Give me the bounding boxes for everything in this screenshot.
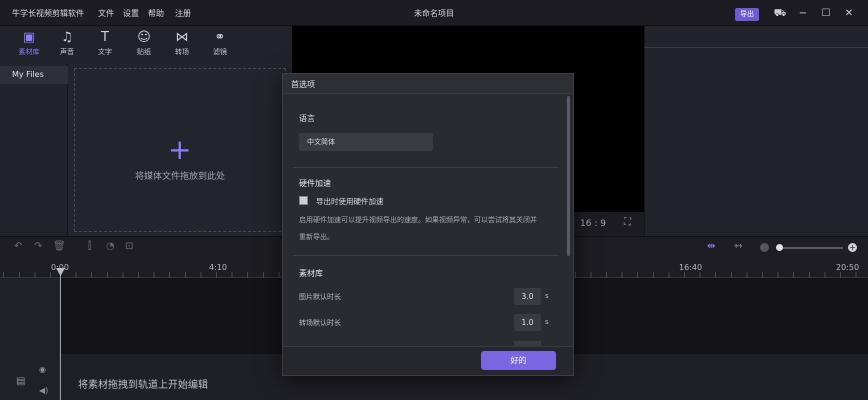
dialog-title: 首选项 (291, 80, 315, 89)
hardware-desc-line1: 启用硬件加速可以提升视频导出的速度。如果视频异常，可以尝试将其关闭并 (299, 216, 537, 224)
zoom-out-icon[interactable] (760, 243, 769, 252)
image-duration-unit: s (545, 292, 549, 300)
tool-label: 文字 (98, 48, 112, 56)
image-duration-label: 图片默认时长 (299, 293, 341, 301)
tool-transition[interactable]: ⋈ 转场 (165, 30, 199, 60)
eye-icon[interactable]: ◉ (39, 365, 46, 374)
music-note-icon: ♫ (61, 30, 73, 45)
plus-icon[interactable]: + (168, 136, 191, 164)
delete-icon[interactable]: 🗑 (53, 241, 66, 252)
library-heading: 素材库 (299, 269, 323, 278)
tool-label: 素材库 (18, 48, 40, 56)
dialog-scrollbar-thumb[interactable] (567, 96, 570, 256)
section-divider (293, 255, 559, 256)
language-select[interactable]: 中文简体 (299, 133, 433, 151)
aspect-ratio-select[interactable]: 16 : 9 (580, 219, 606, 229)
sticker-icon: ☺ (137, 30, 151, 45)
playhead[interactable] (60, 268, 61, 400)
zoom-slider-track[interactable] (781, 247, 843, 249)
text-icon: T (101, 30, 109, 45)
hardware-desc-line2: 重新导出。 (299, 233, 334, 241)
speaker-icon[interactable]: ◀) (39, 386, 48, 395)
minimize-icon[interactable]: − (796, 8, 810, 20)
ruler-tick-label: 20:50 (836, 263, 860, 272)
hardware-accel-checkbox[interactable] (299, 196, 308, 205)
hardware-accel-label[interactable]: 导出时使用硬件加速 (316, 196, 384, 207)
ruler-tick-label: 16:40 (679, 263, 703, 272)
transition-icon: ⋈ (175, 30, 189, 45)
image-duration-input[interactable]: 3.0 (514, 288, 541, 305)
ruler-tick-label: 4:10 (209, 263, 227, 272)
snap-icon[interactable]: ⇹ (707, 241, 715, 252)
transition-duration-label: 转场默认时长 (299, 319, 341, 327)
tool-filter[interactable]: ⚭ 滤镜 (203, 30, 237, 60)
properties-panel (644, 26, 868, 236)
sidebar-item-my-files[interactable]: My Files (0, 66, 68, 84)
library-sidebar (0, 64, 68, 236)
redo-icon[interactable]: ↷ (34, 241, 42, 252)
track-header (0, 278, 60, 400)
zoom-in-icon[interactable]: + (848, 243, 857, 252)
transition-duration-input[interactable]: 1.0 (514, 314, 541, 331)
dialog-header (283, 74, 573, 94)
media-library-icon: ▣ (22, 30, 36, 45)
tool-label: 贴纸 (137, 48, 151, 56)
fullscreen-icon[interactable]: ⛶ (624, 217, 631, 228)
split-icon[interactable]: ⫿ (88, 241, 91, 252)
section-divider (293, 167, 559, 168)
tool-audio[interactable]: ♫ 声音 (50, 30, 84, 60)
ok-button[interactable]: 好的 (481, 351, 556, 370)
hardware-heading: 硬件加速 (299, 179, 331, 188)
tool-label: 声音 (60, 48, 74, 56)
maximize-icon[interactable]: ☐ (819, 8, 833, 20)
panel-divider (644, 47, 868, 48)
film-icon: ▤ (16, 376, 26, 387)
crop-icon[interactable]: ⊡ (125, 241, 133, 252)
zoom-slider-handle[interactable] (776, 244, 783, 251)
tool-label: 滤镜 (213, 48, 227, 56)
tool-label: 转场 (175, 48, 189, 56)
undo-icon[interactable]: ↶ (14, 241, 22, 252)
tool-media-library[interactable]: ▣ 素材库 (12, 30, 46, 60)
transition-duration-unit: s (545, 318, 549, 326)
filter-icon: ⚭ (214, 30, 226, 45)
cart-icon[interactable]: ⛟ (773, 8, 787, 20)
speed-icon[interactable]: ◔ (106, 241, 115, 252)
export-button[interactable]: 导出 (735, 8, 759, 21)
language-heading: 语言 (299, 114, 315, 123)
dropzone-hint: 将媒体文件拖放到此处 (134, 172, 225, 182)
tool-text[interactable]: T 文字 (88, 30, 122, 60)
track-hint: 将素材拖拽到轨道上开始编辑 (78, 380, 208, 391)
close-icon[interactable]: ✕ (842, 8, 856, 20)
tool-sticker[interactable]: ☺ 贴纸 (127, 30, 161, 60)
marker-icon[interactable]: ⇿ (734, 241, 742, 252)
